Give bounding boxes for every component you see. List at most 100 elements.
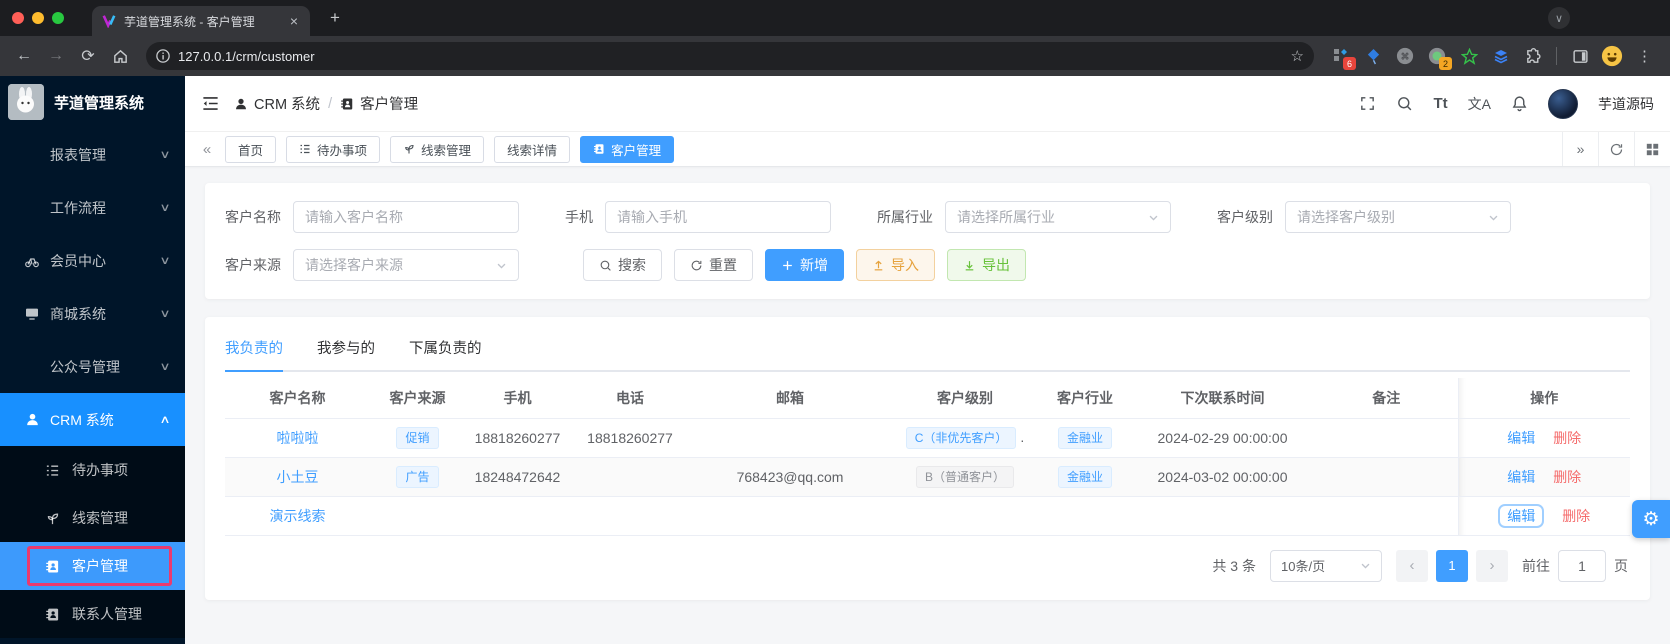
reload-button[interactable]: ⟳: [74, 42, 102, 70]
adblock-extension-icon[interactable]: 6: [1330, 45, 1356, 70]
back-button[interactable]: ←: [10, 42, 38, 70]
search-button[interactable]: 搜索: [583, 249, 662, 281]
edit-link[interactable]: 编辑: [1498, 503, 1545, 528]
tab-search-button[interactable]: ∨: [1548, 7, 1570, 29]
chevron-up-icon: ∧: [159, 414, 171, 426]
goto-page-input[interactable]: [1558, 549, 1606, 582]
prev-page-button[interactable]: ‹: [1396, 549, 1428, 582]
reset-button[interactable]: 重置: [674, 249, 753, 281]
mobile-input[interactable]: [617, 209, 819, 225]
tab-clue-detail[interactable]: 线索详情: [494, 135, 571, 163]
side-panel-icon[interactable]: [1569, 45, 1591, 67]
tab-subordinate[interactable]: 下属负责的: [409, 331, 482, 370]
customer-name-link[interactable]: 小土豆: [277, 469, 319, 485]
sidebar-item-todo[interactable]: 待办事项: [0, 446, 185, 494]
add-button[interactable]: 新增: [765, 249, 844, 281]
sidebar-item-contact[interactable]: 联系人管理: [0, 590, 185, 638]
tab-clue[interactable]: 线索管理: [390, 135, 485, 163]
forward-button[interactable]: →: [42, 42, 70, 70]
customer-name-input[interactable]: [305, 209, 507, 225]
search-icon[interactable]: [1396, 95, 1413, 112]
user-avatar[interactable]: [1548, 88, 1578, 119]
delete-link[interactable]: 删除: [1562, 508, 1590, 524]
breadcrumb-crm[interactable]: CRM 系统: [234, 93, 320, 114]
layers-extension-icon[interactable]: [1490, 45, 1512, 67]
home-button[interactable]: [106, 42, 134, 70]
chevron-down-icon: [1360, 560, 1371, 571]
tab-todo[interactable]: 待办事项: [286, 135, 381, 163]
bell-icon[interactable]: [1511, 95, 1528, 112]
breadcrumb-customer[interactable]: 客户管理: [340, 93, 418, 114]
refresh-icon[interactable]: [1598, 132, 1634, 166]
profile-extension-icon[interactable]: 2: [1426, 45, 1452, 70]
screen: 芋道管理系统 - 客户管理 × + ∨ ← → ⟳ 127.0.0.1/crm/…: [0, 0, 1670, 644]
fullscreen-icon[interactable]: [1359, 95, 1376, 112]
tags-bar-controls: »: [1562, 132, 1670, 166]
scroll-left-icon[interactable]: «: [195, 141, 219, 158]
tab-customer[interactable]: 客户管理: [580, 135, 675, 163]
sidebar-item-customer[interactable]: 客户管理: [0, 542, 185, 590]
browser-profile-avatar[interactable]: [1601, 45, 1623, 67]
level-select[interactable]: 请选择客户级别: [1285, 201, 1511, 233]
collapse-sidebar-icon[interactable]: [201, 94, 220, 113]
sidebar-item-wechat[interactable]: 公众号管理 ∨: [0, 340, 185, 393]
browser-menu-icon[interactable]: ⋮: [1633, 47, 1656, 65]
field-source: 客户来源 请选择客户来源: [225, 249, 519, 281]
sidebar-item-mall[interactable]: 商城系统 ∨: [0, 287, 185, 340]
tab-my-responsible[interactable]: 我负责的: [225, 331, 283, 372]
next-page-button[interactable]: ›: [1476, 549, 1508, 582]
kite-extension-icon[interactable]: [1362, 45, 1384, 67]
page-buttons: ‹ 1 ›: [1396, 549, 1508, 582]
edit-link[interactable]: 编辑: [1507, 469, 1535, 485]
chevron-down-icon: ∨: [159, 308, 171, 320]
window-controls[interactable]: [0, 12, 78, 24]
delete-link[interactable]: 删除: [1553, 469, 1581, 485]
font-size-icon[interactable]: Tt: [1433, 95, 1447, 112]
zoom-window-button[interactable]: [52, 12, 64, 24]
sidebar-item-workflow[interactable]: 工作流程 ∨: [0, 181, 185, 234]
settings-gear-button[interactable]: ⚙: [1632, 500, 1670, 538]
page-number-button[interactable]: 1: [1436, 549, 1468, 582]
command-extension-icon[interactable]: ⌘: [1394, 45, 1416, 67]
app-title: 芋道管理系统: [54, 94, 145, 112]
svg-text:⌘: ⌘: [1401, 52, 1410, 62]
export-button[interactable]: 导出: [947, 249, 1026, 281]
tab-close-icon[interactable]: ×: [286, 13, 302, 29]
scroll-right-icon[interactable]: »: [1562, 132, 1598, 166]
sidebar-item-report[interactable]: 报表管理 ∨: [0, 128, 185, 181]
source-select[interactable]: 请选择客户来源: [293, 249, 519, 281]
app-logo[interactable]: 芋道管理系统: [0, 76, 185, 128]
scope-tabs: 我负责的 我参与的 下属负责的: [225, 331, 1630, 372]
url-text[interactable]: 127.0.0.1/crm/customer: [178, 49, 1283, 64]
sidebar-item-crm[interactable]: CRM 系统 ∧: [0, 393, 185, 446]
minimize-window-button[interactable]: [32, 12, 44, 24]
browser-tab[interactable]: 芋道管理系统 - 客户管理 ×: [92, 6, 310, 36]
tab-home[interactable]: 首页: [225, 135, 277, 163]
layout-grid-icon[interactable]: [1634, 132, 1670, 166]
table-row: 小土豆 广告 18248472642 768423@qq.com B（普通客户）…: [225, 457, 1630, 497]
delete-link[interactable]: 删除: [1553, 430, 1581, 446]
edit-link[interactable]: 编辑: [1507, 430, 1535, 446]
bookmark-star-icon[interactable]: ☆: [1291, 47, 1304, 65]
sidebar-item-clue[interactable]: 线索管理: [0, 494, 185, 542]
page-size-select[interactable]: 10条/页: [1270, 549, 1382, 582]
puzzle-extensions-icon[interactable]: [1522, 45, 1544, 67]
contact-card-icon: [44, 607, 60, 622]
star-extension-icon[interactable]: [1458, 45, 1480, 67]
site-info-icon[interactable]: [156, 49, 170, 63]
new-tab-button[interactable]: +: [322, 5, 348, 31]
chevron-down-icon: ∨: [159, 202, 171, 214]
industry-select[interactable]: 请选择所属行业: [945, 201, 1171, 233]
close-window-button[interactable]: [12, 12, 24, 24]
url-bar[interactable]: 127.0.0.1/crm/customer ☆: [146, 42, 1314, 70]
customer-name-link[interactable]: 演示线索: [270, 508, 326, 524]
field-mobile: 手机: [565, 201, 831, 233]
user-name[interactable]: 芋道源码: [1598, 94, 1654, 114]
sidebar-item-member[interactable]: 会员中心 ∨: [0, 234, 185, 287]
tab-my-participated[interactable]: 我参与的: [317, 331, 375, 370]
language-icon[interactable]: 文A: [1468, 94, 1491, 114]
breadcrumb: CRM 系统 / 客户管理: [234, 93, 418, 114]
customer-name-link[interactable]: 啦啦啦: [277, 430, 319, 446]
import-button[interactable]: 导入: [856, 249, 935, 281]
filter-card: 客户名称 手机 所属行业 请选择所属行业: [205, 183, 1650, 299]
